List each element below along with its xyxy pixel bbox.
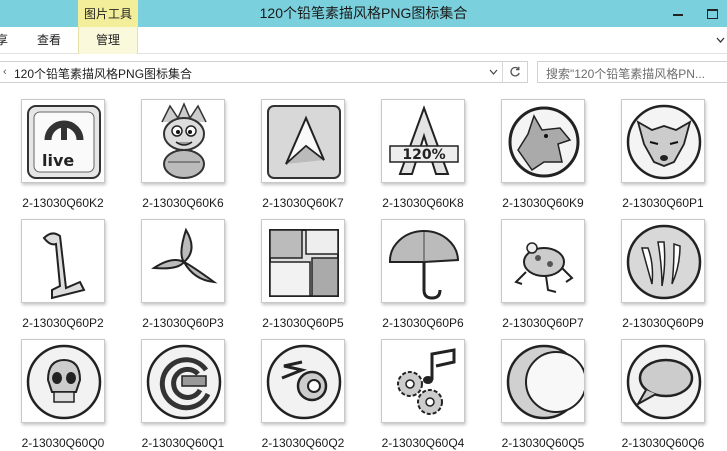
music-note-icon	[21, 219, 105, 303]
svg-text:live: live	[42, 151, 74, 170]
title-bar: 图片工具 120个铅笔素描风格PNG图标集合	[0, 0, 727, 27]
ribbon-expand-icon[interactable]	[714, 33, 727, 47]
file-item[interactable]: 2-13030Q60P7	[480, 206, 600, 330]
file-item[interactable]: 2-13030Q60P6	[360, 206, 480, 330]
svg-text:120%: 120%	[402, 147, 445, 163]
search-input[interactable]: 搜索"120个铅笔素描风格PN...	[537, 61, 727, 83]
tab-share[interactable]: 享	[0, 27, 16, 54]
file-item[interactable]: 2-13030Q60Q4	[360, 326, 480, 450]
file-item[interactable]: 2-13030Q60Q0	[0, 326, 120, 450]
file-item[interactable]: 2-13030Q60K9	[480, 86, 600, 210]
frog-icon	[501, 219, 585, 303]
claw-circle-icon	[621, 219, 705, 303]
file-name: 2-13030Q60Q6	[621, 436, 705, 450]
fox-head-icon	[621, 99, 705, 183]
shuriken-icon	[141, 219, 225, 303]
file-item[interactable]: 120% 2-13030Q60K8	[360, 86, 480, 210]
file-item[interactable]: 2-13030Q60P5	[240, 206, 360, 330]
address-history-button[interactable]	[486, 64, 500, 80]
file-item[interactable]: live 2-13030Q60K2	[0, 86, 120, 210]
file-item[interactable]: 2-13030Q60P1	[600, 86, 720, 210]
breadcrumb-path[interactable]: 120个铅笔素描风格PNG图标集合	[14, 65, 192, 82]
address-divider	[502, 62, 503, 82]
file-item[interactable]: 2-13030Q60P9	[600, 206, 720, 330]
eclipse-icon	[501, 339, 585, 423]
monkey-mascot-icon	[141, 99, 225, 183]
refresh-button[interactable]	[504, 63, 526, 81]
blender-icon	[261, 339, 345, 423]
skull-icon	[21, 339, 105, 423]
file-item[interactable]: 2-13030Q60Q1	[120, 326, 240, 450]
chevron-down-icon	[489, 69, 497, 75]
breadcrumb-separator: ‹	[3, 66, 7, 78]
file-item[interactable]: 2-13030Q60Q6	[600, 326, 720, 450]
a-zoom-120-icon: 120%	[381, 99, 465, 183]
file-grid: live 2-13030Q60K2 2-13030Q60K6 2-13030Q6…	[0, 86, 727, 451]
context-tab-group: 图片工具	[78, 0, 138, 27]
address-field[interactable]: ‹ 120个铅笔素描风格PNG图标集合	[0, 61, 528, 83]
tab-view[interactable]: 查看	[37, 27, 67, 54]
file-item[interactable]: 2-13030Q60P3	[120, 206, 240, 330]
file-item[interactable]: 2-13030Q60Q2	[240, 326, 360, 450]
tab-manage[interactable]: 管理	[78, 27, 138, 54]
address-bar: ‹ 120个铅笔素描风格PNG图标集合 搜索"120个铅笔素描风格PN...	[0, 58, 727, 86]
file-name: 2-13030Q60Q4	[381, 436, 465, 450]
speech-bubble-icon	[621, 339, 705, 423]
file-item[interactable]: 2-13030Q60Q5	[480, 326, 600, 450]
torrent-icon	[141, 339, 225, 423]
file-item[interactable]: 2-13030Q60K7	[240, 86, 360, 210]
refresh-icon	[510, 66, 520, 77]
file-item[interactable]: 2-13030Q60K6	[120, 86, 240, 210]
file-name: 2-13030Q60Q0	[21, 436, 105, 450]
search-placeholder: 搜索"120个铅笔素描风格PN...	[546, 67, 705, 81]
gears-note-icon	[381, 339, 465, 423]
maximize-icon	[707, 8, 718, 19]
triangle-logo-icon	[261, 99, 345, 183]
wolf-icon	[501, 99, 585, 183]
file-name: 2-13030Q60Q2	[261, 436, 345, 450]
minimize-button[interactable]	[664, 0, 692, 27]
file-item[interactable]: 2-13030Q60P2	[0, 206, 120, 330]
ribbon: 享 查看 管理	[0, 27, 727, 54]
ableton-live-icon: live	[21, 99, 105, 183]
file-name: 2-13030Q60Q1	[141, 436, 225, 450]
maximize-button[interactable]	[698, 0, 727, 27]
umbrella-icon	[381, 219, 465, 303]
patchwork-icon	[261, 219, 345, 303]
file-name: 2-13030Q60Q5	[501, 436, 585, 450]
minimize-icon	[673, 13, 683, 16]
